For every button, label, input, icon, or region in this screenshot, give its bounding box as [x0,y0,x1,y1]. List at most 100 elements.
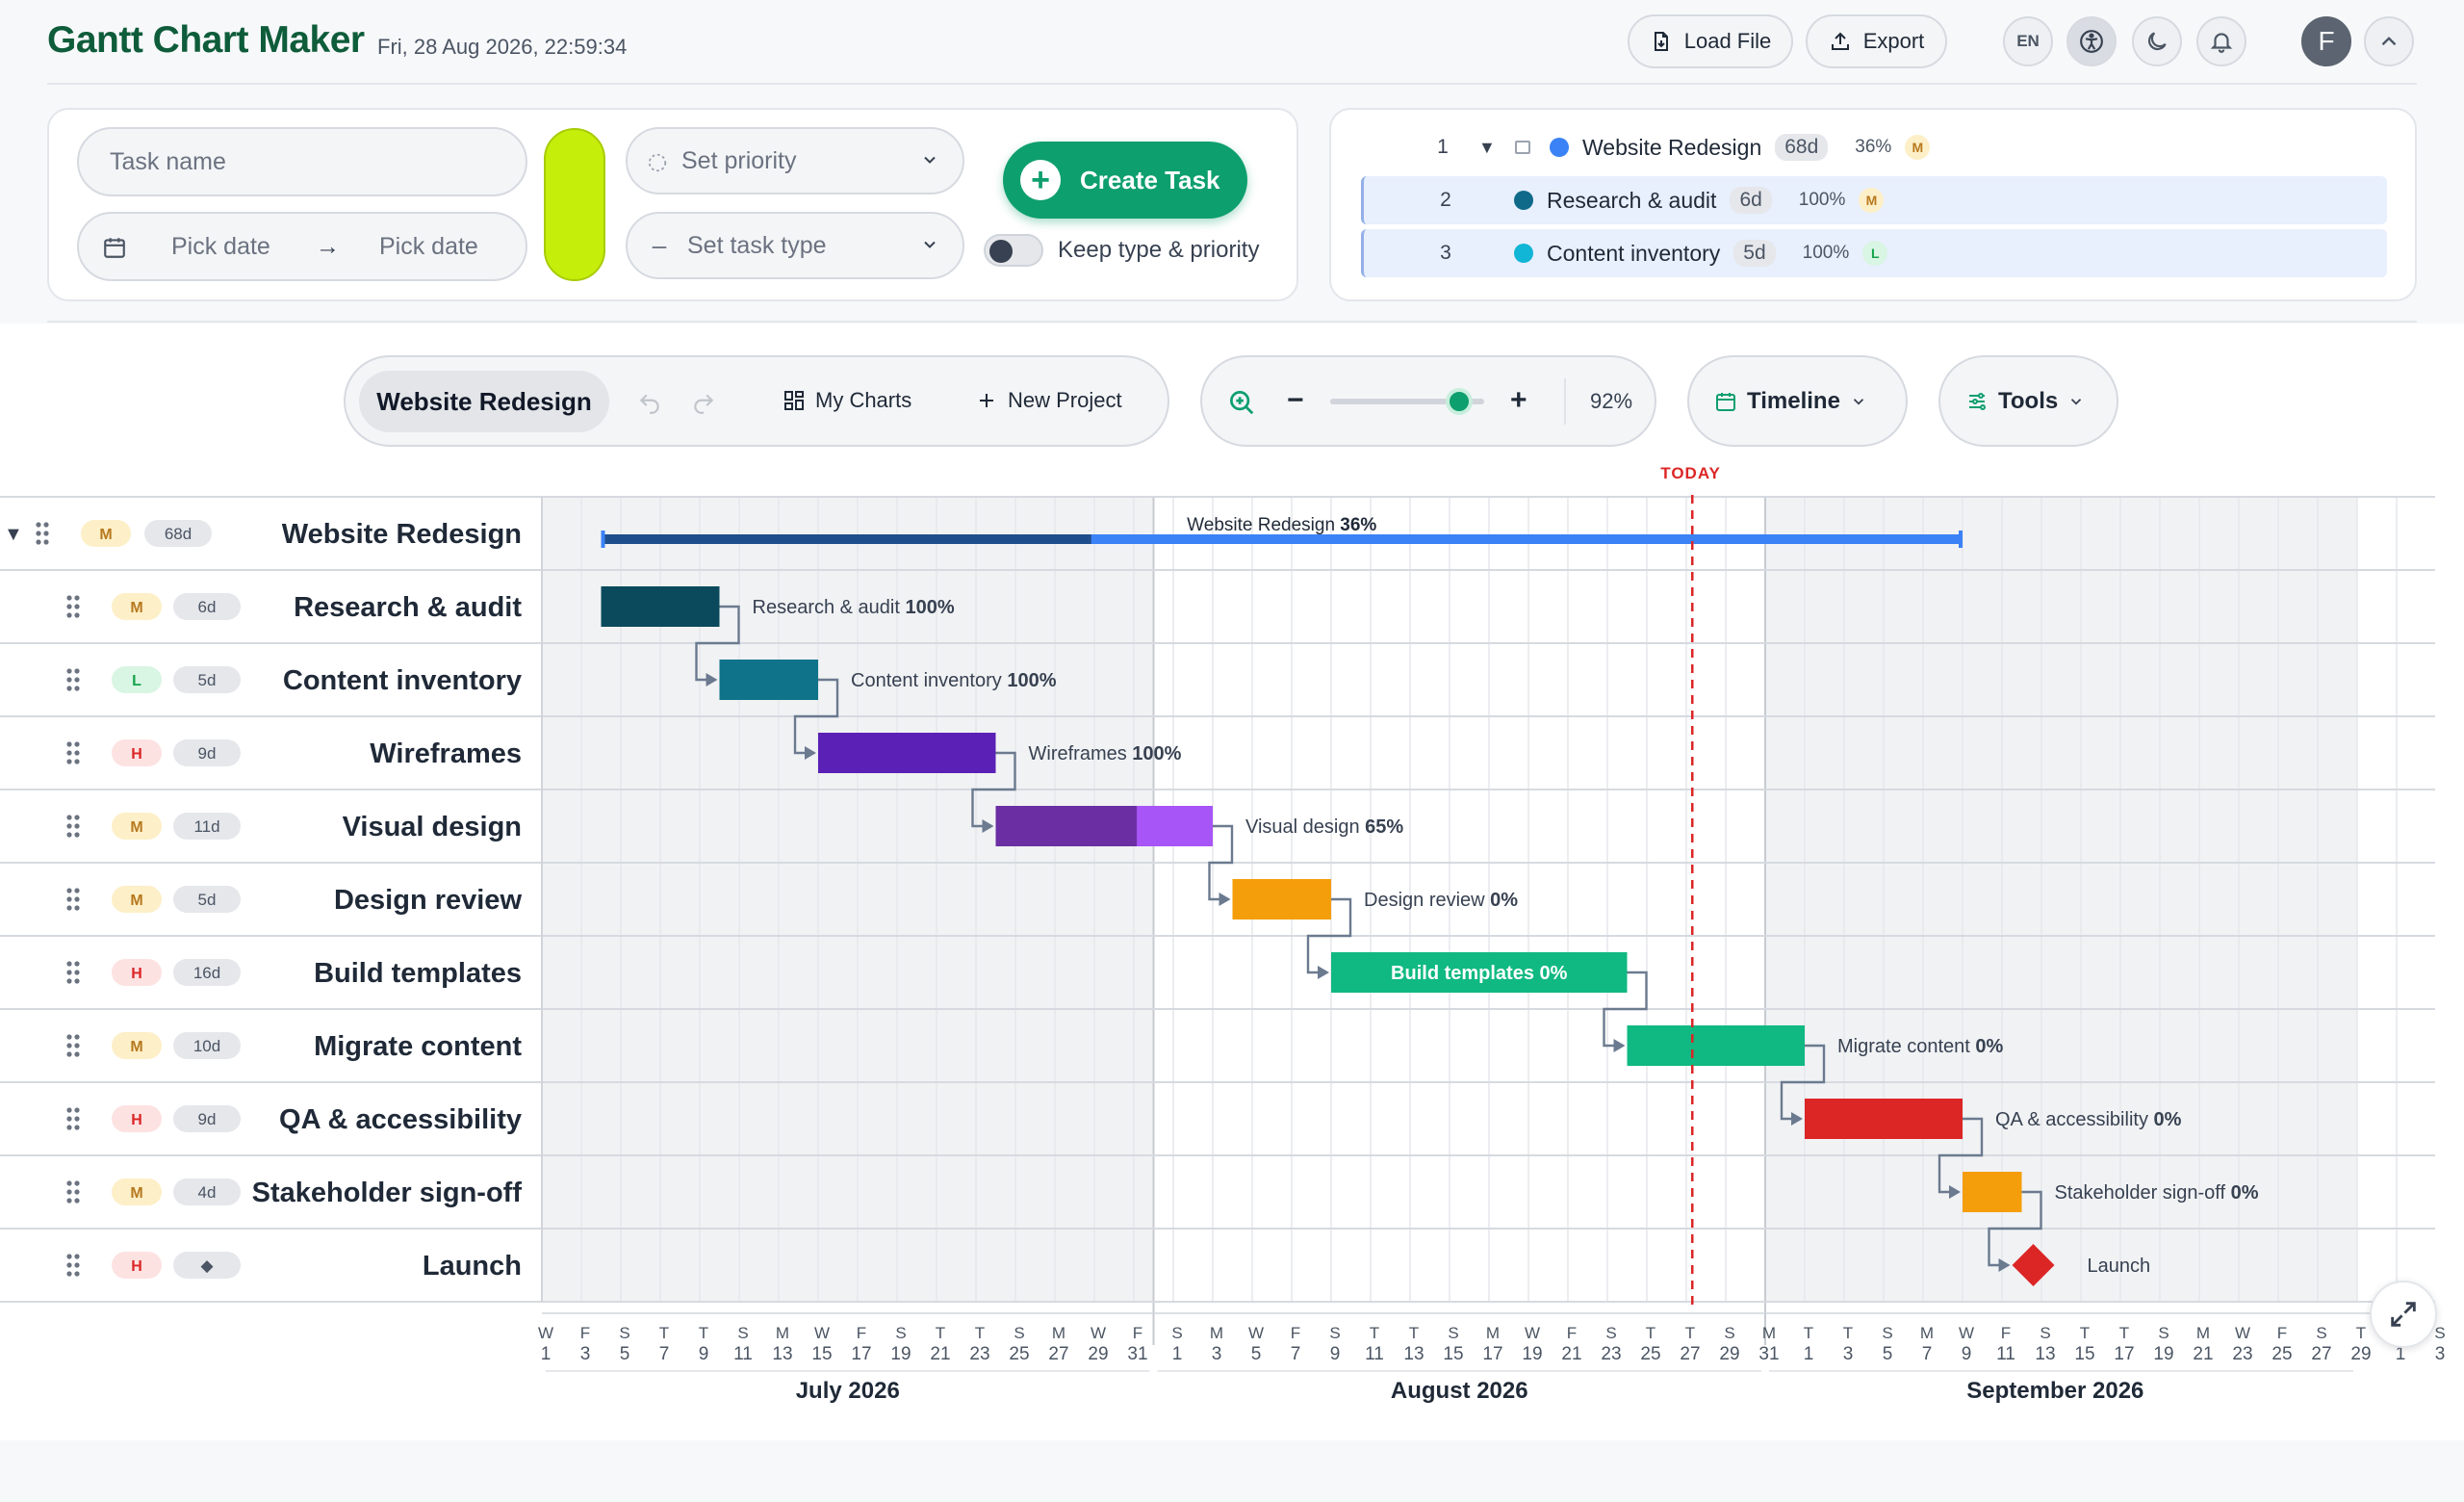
date-range-input[interactable]: Pick date → Pick date [77,212,527,281]
drag-handle-icon[interactable] [66,1107,80,1130]
day-tick: 29 [1719,1344,1739,1364]
task-bar-label: Wireframes 100% [1029,743,1182,764]
fullscreen-button[interactable] [2370,1281,2437,1348]
new-project-button[interactable]: New Project [975,388,1122,413]
day-tick: 23 [1601,1344,1621,1364]
drag-handle-icon[interactable] [66,595,80,618]
dash-icon [652,246,667,248]
zoom-divider [1564,378,1566,425]
weekday-tick: F [857,1324,866,1342]
notifications-button[interactable] [2196,16,2246,66]
task-bar[interactable] [818,733,996,773]
dark-mode-button[interactable] [2132,16,2182,66]
task-row-name[interactable]: Launch [423,1251,522,1282]
task-bar-label: Build templates 0% [1391,963,1568,984]
undo-icon[interactable] [637,391,662,416]
weekday-tick: T [1843,1324,1853,1342]
chevron-down-icon [924,156,936,164]
end-date-field[interactable]: Pick date [379,233,478,261]
tree-row[interactable]: 1 ▼ Website Redesign 68d 36% M [1361,123,2387,171]
day-tick: 23 [969,1344,989,1364]
task-row-name[interactable]: Stakeholder sign-off [252,1178,523,1208]
collapse-triangle-icon[interactable]: ▼ [1478,138,1496,158]
drag-handle-icon[interactable] [66,1254,80,1277]
task-row-name[interactable]: Design review [334,885,522,916]
day-tick: 21 [930,1344,950,1364]
drag-handle-icon[interactable] [66,1034,80,1057]
task-bar[interactable] [1232,879,1332,919]
keep-type-priority-toggle[interactable] [984,234,1043,267]
drag-handle-icon[interactable] [66,961,80,984]
tree-priority-badge: M [1905,135,1931,160]
drag-handle-icon[interactable] [66,888,80,911]
zoom-in-icon[interactable] [1227,388,1256,417]
drag-handle-icon[interactable] [66,668,80,691]
calendar-icon [104,238,125,258]
task-row-name[interactable]: Migrate content [314,1031,522,1062]
day-tick: 15 [2074,1344,2094,1364]
collapse-header-button[interactable] [2364,16,2414,66]
task-bar[interactable] [601,586,720,627]
task-bar-label: Migrate content 0% [1837,1036,2004,1057]
task-bar[interactable] [1963,1172,2022,1212]
zoom-value: 92% [1590,389,1633,413]
task-row-name[interactable]: Wireframes [370,738,522,769]
app-title: Gantt Chart Maker [47,19,365,61]
task-row-name[interactable]: Build templates [314,958,522,989]
drag-handle-icon[interactable] [66,1180,80,1204]
my-charts-button[interactable]: My Charts [783,388,911,413]
zoom-in-button[interactable]: + [1510,384,1527,417]
drag-handle-icon[interactable] [36,522,49,545]
task-bar[interactable] [1805,1099,1963,1139]
day-tick: 3 [580,1344,591,1364]
zoom-out-button[interactable]: − [1287,384,1304,417]
task-color-picker[interactable] [544,128,605,281]
drag-handle-icon[interactable] [66,741,80,764]
day-tick: 3 [2435,1344,2446,1364]
tools-select[interactable]: Tools [1938,355,2118,447]
tree-task-name: Research & audit [1547,187,1717,213]
task-type-select[interactable]: Set task type [626,212,964,279]
language-button[interactable]: EN [2003,16,2053,66]
accessibility-button[interactable] [2066,16,2117,66]
task-bar-label: Design review 0% [1364,890,1518,911]
tree-row[interactable]: 3 Content inventory 5d 100% L [1361,229,2387,277]
view-select[interactable]: Timeline [1687,355,1908,447]
task-bar-label: QA & accessibility 0% [1995,1109,2182,1130]
duration-chip-label: 6d [198,598,217,616]
drag-handle-icon[interactable] [66,815,80,838]
tree-percent: 36% [1855,137,1892,157]
task-row-name[interactable]: Visual design [343,812,522,842]
priority-badge-label: M [130,1185,142,1202]
avatar[interactable]: F [2301,16,2351,66]
chevron-down-icon [924,241,936,248]
priority-select[interactable]: Set priority [626,127,964,194]
create-task-button[interactable]: + Create Task [1003,142,1247,219]
task-bar[interactable] [1627,1025,1806,1066]
project-row-name[interactable]: Website Redesign [282,519,522,550]
task-row-name[interactable]: Content inventory [283,665,522,696]
task-name-input[interactable]: Task name [77,127,527,196]
start-date-field[interactable]: Pick date [171,233,270,261]
zoom-slider-thumb[interactable] [1446,388,1473,415]
task-name-placeholder: Task name [110,147,226,175]
month-label: August 2026 [1391,1378,1528,1404]
chevron-up-icon [2381,37,2397,46]
load-file-button[interactable]: Load File [1628,14,1793,68]
task-row-name[interactable]: Research & audit [294,592,522,623]
tree-row[interactable]: 2 Research & audit 6d 100% M [1361,176,2387,224]
task-row-name[interactable]: QA & accessibility [279,1104,522,1135]
day-tick: 17 [851,1344,871,1364]
task-bar[interactable] [719,660,819,700]
day-tick: 9 [699,1344,709,1364]
weekday-tick: T [1409,1324,1419,1342]
duration-chip-label: 4d [198,1183,217,1202]
day-tick: 1 [1804,1344,1814,1364]
redo-icon[interactable] [691,391,716,416]
file-import-icon [1654,32,1668,51]
day-tick: 5 [1883,1344,1893,1364]
export-button[interactable]: Export [1806,14,1947,68]
project-selector[interactable]: Website Redesign [359,371,609,432]
collapse-triangle-icon[interactable]: ▼ [4,524,23,545]
day-tick: 5 [1251,1344,1262,1364]
